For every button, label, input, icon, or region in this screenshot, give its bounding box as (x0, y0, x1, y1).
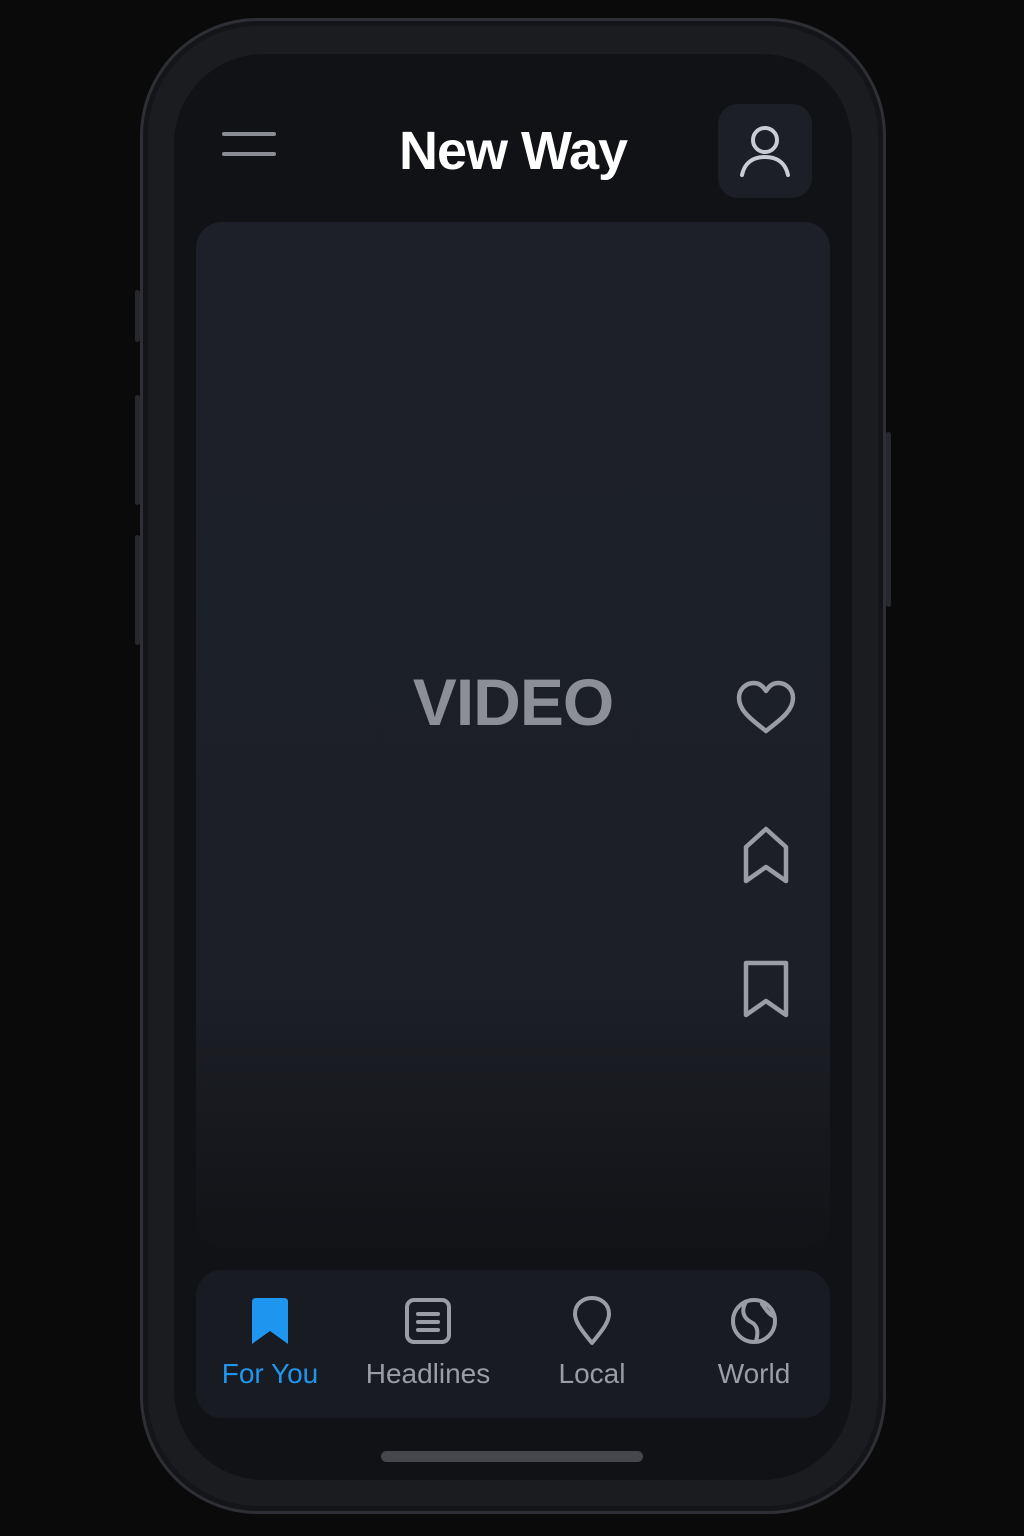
newspaper-icon (405, 1298, 451, 1344)
stage: New Way VIDEO For You Headlines Local Wo… (0, 0, 1024, 1536)
save-button[interactable] (740, 958, 792, 1020)
video-player[interactable]: VIDEO (196, 222, 830, 1248)
phone-screen: New Way VIDEO For You Headlines Local Wo… (174, 54, 852, 1480)
nav-label-world: World (717, 1358, 791, 1389)
nav-icon-headlines (403, 1294, 453, 1348)
profile-button[interactable] (718, 104, 812, 198)
home-indicator[interactable] (381, 1451, 643, 1462)
nav-label-headlines: Headlines (365, 1358, 491, 1389)
volume-down-button (135, 535, 140, 645)
bookmark-icon (743, 960, 789, 1018)
globe-icon (731, 1298, 777, 1344)
nav-icon-local (567, 1294, 617, 1348)
nav-label-local: Local (558, 1358, 626, 1389)
bookmark-filled-icon (252, 1298, 288, 1344)
mute-switch (135, 290, 140, 342)
user-icon (740, 126, 790, 177)
location-pin-icon (573, 1296, 611, 1345)
tab-local[interactable]: Local (522, 1270, 662, 1418)
tab-for-you[interactable]: For You (200, 1270, 340, 1418)
tab-world[interactable]: World (684, 1270, 824, 1418)
home-icon (743, 826, 789, 884)
power-button (886, 432, 891, 607)
nav-icon-world (729, 1294, 779, 1348)
bottom-nav: For You Headlines Local World (196, 1270, 830, 1418)
nav-icon-for-you (245, 1294, 295, 1348)
like-button[interactable] (734, 678, 798, 738)
heart-icon (736, 680, 796, 734)
home-button[interactable] (740, 824, 792, 886)
nav-label-for-you: For You (221, 1358, 319, 1389)
tab-headlines[interactable]: Headlines (346, 1270, 510, 1418)
volume-up-button (135, 395, 140, 505)
